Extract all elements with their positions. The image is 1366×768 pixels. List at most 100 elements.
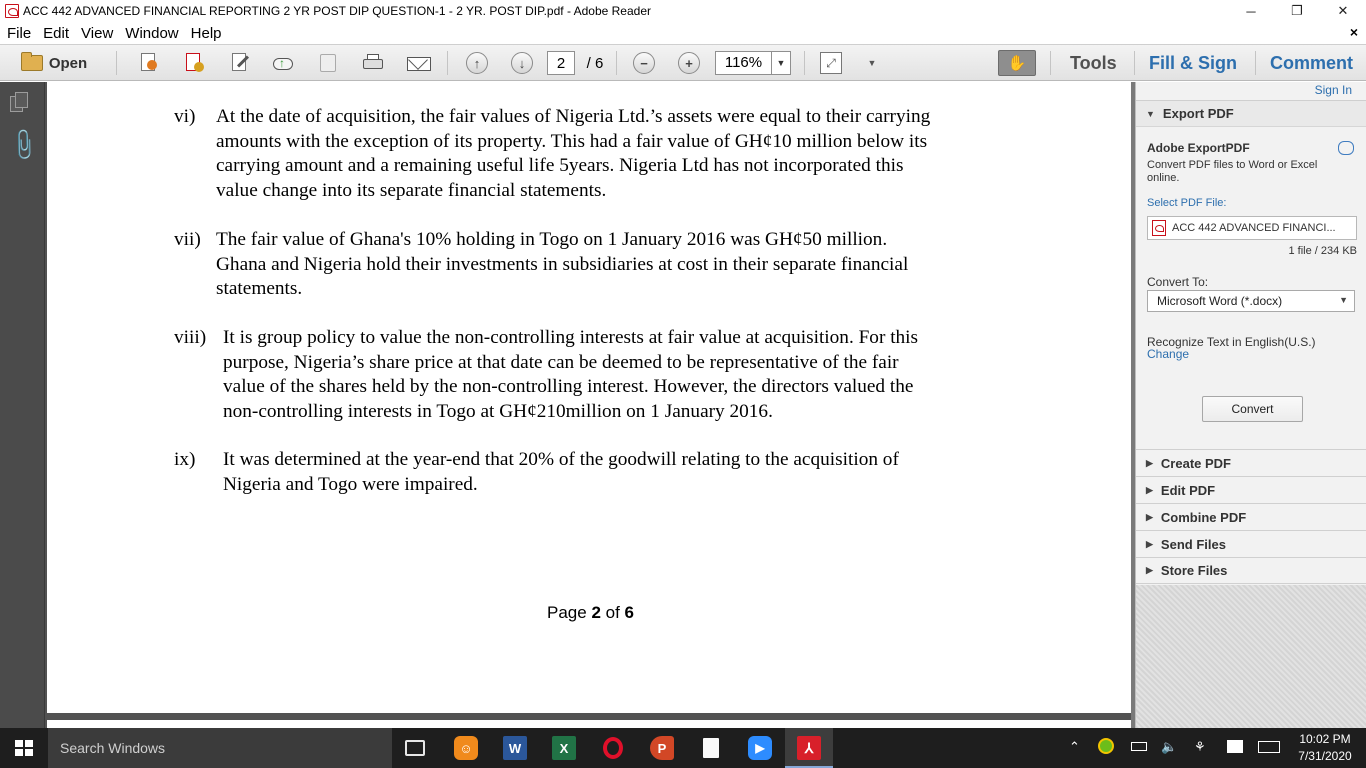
chevron-down-icon: ▼	[1339, 295, 1348, 305]
app-tray-icon[interactable]	[1098, 738, 1114, 754]
save-button[interactable]	[316, 51, 340, 75]
uc-browser-icon[interactable]: ☺	[454, 736, 478, 760]
task-view-icon[interactable]	[405, 740, 425, 756]
chevron-down-icon: ▼	[867, 58, 877, 68]
triangle-right-icon: ▶	[1146, 565, 1153, 575]
edit-pdf-section[interactable]: ▶ Edit PDF	[1136, 476, 1366, 503]
plus-icon: +	[678, 52, 700, 74]
tools-pane: Sign In ▼ Export PDF Adobe ExportPDF Con…	[1135, 82, 1366, 728]
file-count: 1 file / 234 KB	[1288, 245, 1358, 257]
expand-arrows-icon: ⤢	[820, 52, 842, 74]
window-controls: ─ ❐ ✕	[1228, 0, 1366, 22]
word-icon[interactable]: W	[503, 736, 527, 760]
menu-bar: File Edit View Window Help ×	[0, 22, 1366, 44]
opera-icon[interactable]	[601, 736, 625, 760]
menu-file[interactable]: File	[0, 25, 37, 42]
adobe-reader-app-icon	[5, 4, 19, 18]
item-text: The fair value of Ghana's 10% holding in…	[216, 228, 908, 302]
footer-mid: of	[600, 603, 625, 622]
fill-sign-panel-link[interactable]: Fill & Sign	[1149, 51, 1237, 75]
text-line: value of the shares held by the non-cont…	[223, 376, 914, 397]
taskbar-search-box[interactable]: Search Windows	[48, 728, 392, 768]
item-text: It was determined at the year-end that 2…	[223, 448, 899, 497]
upload-button[interactable]: ↑	[271, 51, 295, 75]
menu-edit[interactable]: Edit	[37, 25, 75, 42]
export-pdf-header[interactable]: ▼ Export PDF	[1136, 100, 1366, 127]
export-pdf-label: Export PDF	[1162, 106, 1234, 121]
adobe-reader-icon[interactable]: ⅄	[797, 736, 821, 760]
notepad-icon[interactable]	[699, 736, 723, 760]
page-footer: Page 2 of 6	[547, 603, 634, 623]
text-line: non-controlling interests in Togo at GH¢…	[223, 400, 773, 422]
battery-icon[interactable]	[1131, 739, 1147, 751]
convert-button[interactable]: Convert	[1202, 396, 1303, 422]
document-viewport[interactable]: vi) At the date of acquisition, the fair…	[45, 82, 1135, 730]
comment-panel-link[interactable]: Comment	[1270, 51, 1353, 75]
powerpoint-icon[interactable]: P	[650, 736, 674, 760]
previous-page-button[interactable]: ↑	[465, 51, 489, 75]
email-button[interactable]	[405, 50, 431, 75]
toolbar-separator	[116, 51, 117, 75]
item-text: At the date of acquisition, the fair val…	[216, 105, 930, 203]
zoom-select[interactable]: 116% ▼	[715, 51, 791, 75]
tools-panel-link[interactable]: Tools	[1070, 51, 1117, 75]
create-pdf-button[interactable]	[136, 51, 160, 75]
text-line: value change into its separate financial…	[216, 179, 607, 201]
text-line: Ghana and Nigeria hold their investments…	[216, 253, 909, 275]
notifications-icon[interactable]	[1227, 739, 1243, 753]
network-icon[interactable]: ⚘	[1194, 739, 1206, 755]
toolbar-more-button[interactable]: ▼	[865, 51, 879, 75]
system-clock[interactable]: 10:02 PM 7/31/2020	[1289, 731, 1361, 765]
menu-window[interactable]: Window	[119, 25, 184, 42]
menu-view[interactable]: View	[75, 25, 119, 42]
item-number: vi)	[174, 106, 196, 127]
navigation-pane: 📎	[0, 82, 45, 728]
fit-page-button[interactable]: ⤢	[819, 51, 843, 75]
tools-pane-empty-area	[1136, 585, 1366, 728]
section-label: Combine PDF	[1160, 509, 1247, 525]
selected-file-field[interactable]: ACC 442 ADVANCED FINANCI...	[1147, 216, 1357, 240]
export-pdf-body: Adobe ExportPDF Convert PDF files to Wor…	[1136, 128, 1366, 458]
sign-in-link[interactable]: Sign In	[1315, 83, 1352, 97]
edit-document-button[interactable]	[227, 51, 251, 75]
attachments-icon[interactable]: 📎	[5, 126, 43, 164]
windows-start-icon[interactable]	[15, 740, 33, 756]
zoom-in-button[interactable]: +	[677, 51, 701, 75]
minimize-button[interactable]: ─	[1228, 0, 1274, 22]
convert-format-select[interactable]: Microsoft Word (*.docx) ▼	[1147, 290, 1355, 312]
create-pdf-section[interactable]: ▶ Create PDF	[1136, 449, 1366, 476]
combine-pdf-section[interactable]: ▶ Combine PDF	[1136, 503, 1366, 530]
next-page-button[interactable]: ↓	[510, 51, 534, 75]
excel-icon[interactable]: X	[552, 736, 576, 760]
page-thumbnails-icon[interactable]	[10, 92, 30, 114]
zoom-app-icon[interactable]: ▶	[748, 736, 772, 760]
open-button[interactable]: Open	[14, 51, 94, 75]
volume-icon[interactable]: 🔈	[1161, 739, 1177, 755]
store-files-section[interactable]: ▶ Store Files	[1136, 557, 1366, 584]
hand-tool-button[interactable]: ✋	[998, 50, 1036, 76]
pdf-settings-button[interactable]	[181, 51, 205, 75]
arrow-down-icon: ↓	[511, 52, 533, 74]
printer-icon	[362, 52, 384, 74]
export-service-title: Adobe ExportPDF	[1147, 141, 1250, 155]
close-button[interactable]: ✕	[1320, 0, 1366, 22]
keyboard-icon[interactable]	[1258, 739, 1280, 753]
cloud-icon	[1338, 141, 1354, 155]
clock-date: 7/31/2020	[1298, 749, 1352, 763]
chevron-up-icon[interactable]: ⌃	[1069, 739, 1080, 755]
change-language-link[interactable]: Change	[1147, 347, 1189, 361]
create-pdf-icon	[137, 52, 159, 74]
menu-help[interactable]: Help	[185, 25, 228, 42]
footer-total: 6	[624, 603, 634, 622]
page-number-input[interactable]: 2	[547, 51, 575, 75]
print-button[interactable]	[361, 51, 385, 75]
text-line: amounts with the exception of its proper…	[216, 130, 928, 152]
send-files-section[interactable]: ▶ Send Files	[1136, 530, 1366, 557]
zoom-out-button[interactable]: −	[632, 51, 656, 75]
open-label: Open	[48, 54, 88, 72]
close-document-button[interactable]: ×	[1350, 24, 1358, 40]
hand-icon: ✋	[1007, 55, 1027, 72]
toolbar-separator	[616, 51, 617, 75]
convert-to-label: Convert To:	[1147, 275, 1209, 289]
restore-button[interactable]: ❐	[1274, 0, 1320, 22]
